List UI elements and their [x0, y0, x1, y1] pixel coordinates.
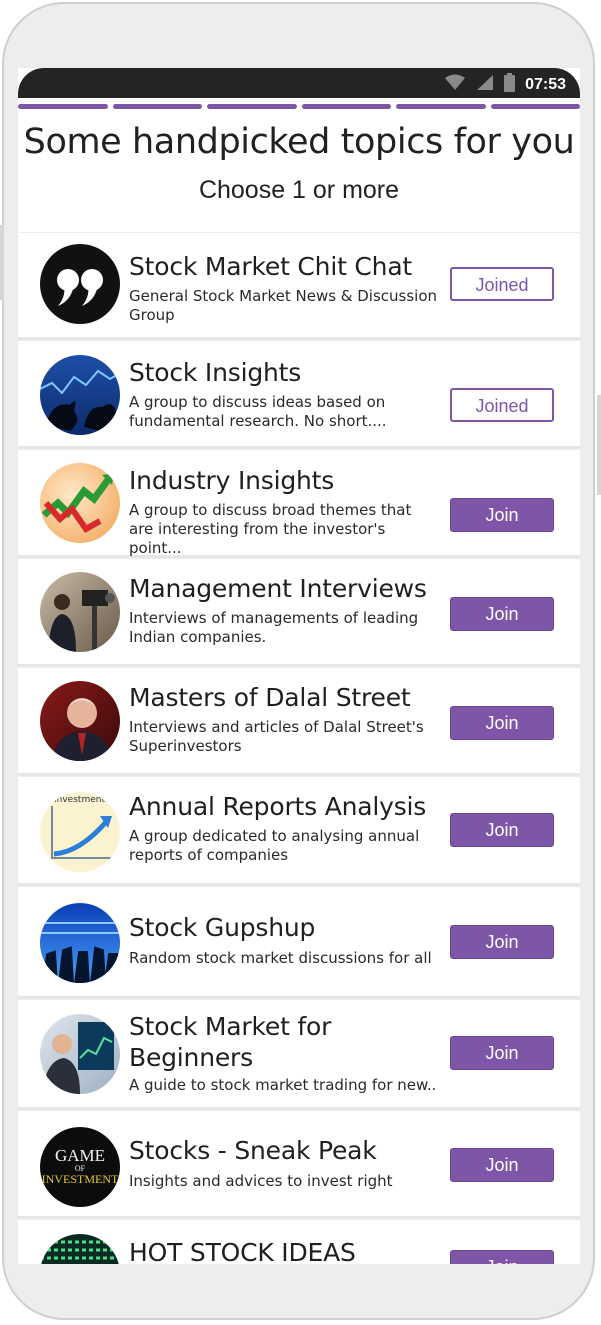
- status-time: 07:53: [525, 75, 566, 93]
- progress-segment: [207, 104, 297, 109]
- topic-description: Random stock market discussions for all: [129, 949, 432, 967]
- join-button[interactable]: Join: [450, 813, 554, 847]
- topic-description: Interviews of managements of leading Ind…: [129, 609, 419, 646]
- join-button[interactable]: Join: [450, 1148, 554, 1182]
- topic-description: General Stock Market News & Discussion G…: [129, 287, 438, 324]
- progress-segment: [18, 104, 108, 109]
- topic-title: Masters of Dalal Street: [129, 683, 411, 712]
- topic-row[interactable]: Stock Insights A group to discuss ideas …: [18, 340, 580, 449]
- trader-screens-icon: [40, 1014, 120, 1094]
- investment-label: Investment: [54, 795, 105, 805]
- topic-title: Stock Gupshup: [129, 913, 316, 942]
- topic-row[interactable]: Masters of Dalal Street Interviews and a…: [18, 667, 580, 776]
- progress-segment: [396, 104, 486, 109]
- topic-description: Insights and advices to invest right: [129, 1172, 393, 1190]
- join-button[interactable]: Join: [450, 1250, 554, 1264]
- topic-description: A group dedicated to analysing annual re…: [129, 827, 420, 864]
- topic-row[interactable]: Investment Annual Reports Analysis A gro…: [18, 776, 580, 886]
- topic-description: A group to discuss ideas based on fundam…: [129, 393, 387, 430]
- phone-side-button-right: [597, 395, 601, 495]
- topic-row[interactable]: Management Interviews Interviews of mana…: [18, 558, 580, 667]
- app-screen: 07:53 Some handpicked topics for you Cho…: [18, 68, 580, 1264]
- interview-camera-icon: [40, 572, 120, 652]
- wifi-icon: [444, 74, 466, 95]
- status-bar: 07:53: [18, 68, 580, 98]
- topic-row[interactable]: HOT STOCK IDEAS Join: [18, 1219, 580, 1264]
- topic-row[interactable]: Stock Market Chit Chat General Stock Mar…: [18, 232, 580, 340]
- phone-side-button-left: [0, 225, 4, 300]
- topic-description: A group to discuss broad themes that are…: [129, 501, 412, 557]
- topic-row[interactable]: GAME OF INVESTMENT Stocks - Sneak Peak I…: [18, 1110, 580, 1219]
- battery-icon: [504, 73, 516, 96]
- trend-arrow-icon: [40, 463, 120, 543]
- investment-word-label: INVESTMENT: [42, 1172, 119, 1186]
- progress-segment: [490, 104, 580, 109]
- progress-segment: [112, 104, 202, 109]
- topic-row[interactable]: Industry Insights A group to discuss bro…: [18, 449, 580, 558]
- join-button[interactable]: Join: [450, 597, 554, 631]
- joined-button[interactable]: Joined: [450, 267, 554, 301]
- page-subtitle: Choose 1 or more: [198, 176, 400, 204]
- topic-title: Management Interviews: [129, 574, 427, 603]
- join-button[interactable]: Join: [450, 706, 554, 740]
- investor-portrait-icon: [40, 681, 120, 761]
- game-label: GAME: [55, 1146, 105, 1165]
- investment-chart-icon: Investment: [40, 792, 120, 872]
- topic-title: Stock Market Chit Chat: [129, 252, 413, 281]
- topic-title: Industry Insights: [129, 466, 335, 495]
- join-button[interactable]: Join: [450, 925, 554, 959]
- topic-row[interactable]: Stock Market for Beginners A guide to st…: [18, 999, 580, 1110]
- signal-icon: [476, 74, 494, 95]
- onboarding-progress: [18, 98, 580, 109]
- bull-bear-icon: [40, 355, 120, 435]
- quote-icon: [40, 244, 120, 324]
- topic-row[interactable]: Stock Gupshup Random stock market discus…: [18, 886, 580, 999]
- topic-title: Stocks - Sneak Peak: [129, 1136, 377, 1165]
- topic-title: Annual Reports Analysis: [129, 792, 427, 821]
- page-title: Some handpicked topics for you: [23, 122, 575, 162]
- topic-title: HOT STOCK IDEAS: [129, 1238, 356, 1264]
- joined-button[interactable]: Joined: [450, 388, 554, 422]
- topic-title: Stock Market for Beginners: [129, 1012, 332, 1072]
- join-button[interactable]: Join: [450, 1036, 554, 1070]
- crowd-ticker-icon: [40, 903, 120, 983]
- topic-title: Stock Insights: [129, 358, 302, 387]
- join-button[interactable]: Join: [450, 498, 554, 532]
- topic-description: A guide to stock market trading for new.…: [129, 1076, 437, 1094]
- topic-description: Interviews and articles of Dalal Street'…: [129, 718, 424, 755]
- ticker-board-icon: [40, 1234, 120, 1264]
- progress-segment: [301, 104, 391, 109]
- game-of-investment-icon: GAME OF INVESTMENT: [40, 1127, 120, 1207]
- topic-list: Stock Market Chit Chat General Stock Mar…: [18, 232, 580, 1264]
